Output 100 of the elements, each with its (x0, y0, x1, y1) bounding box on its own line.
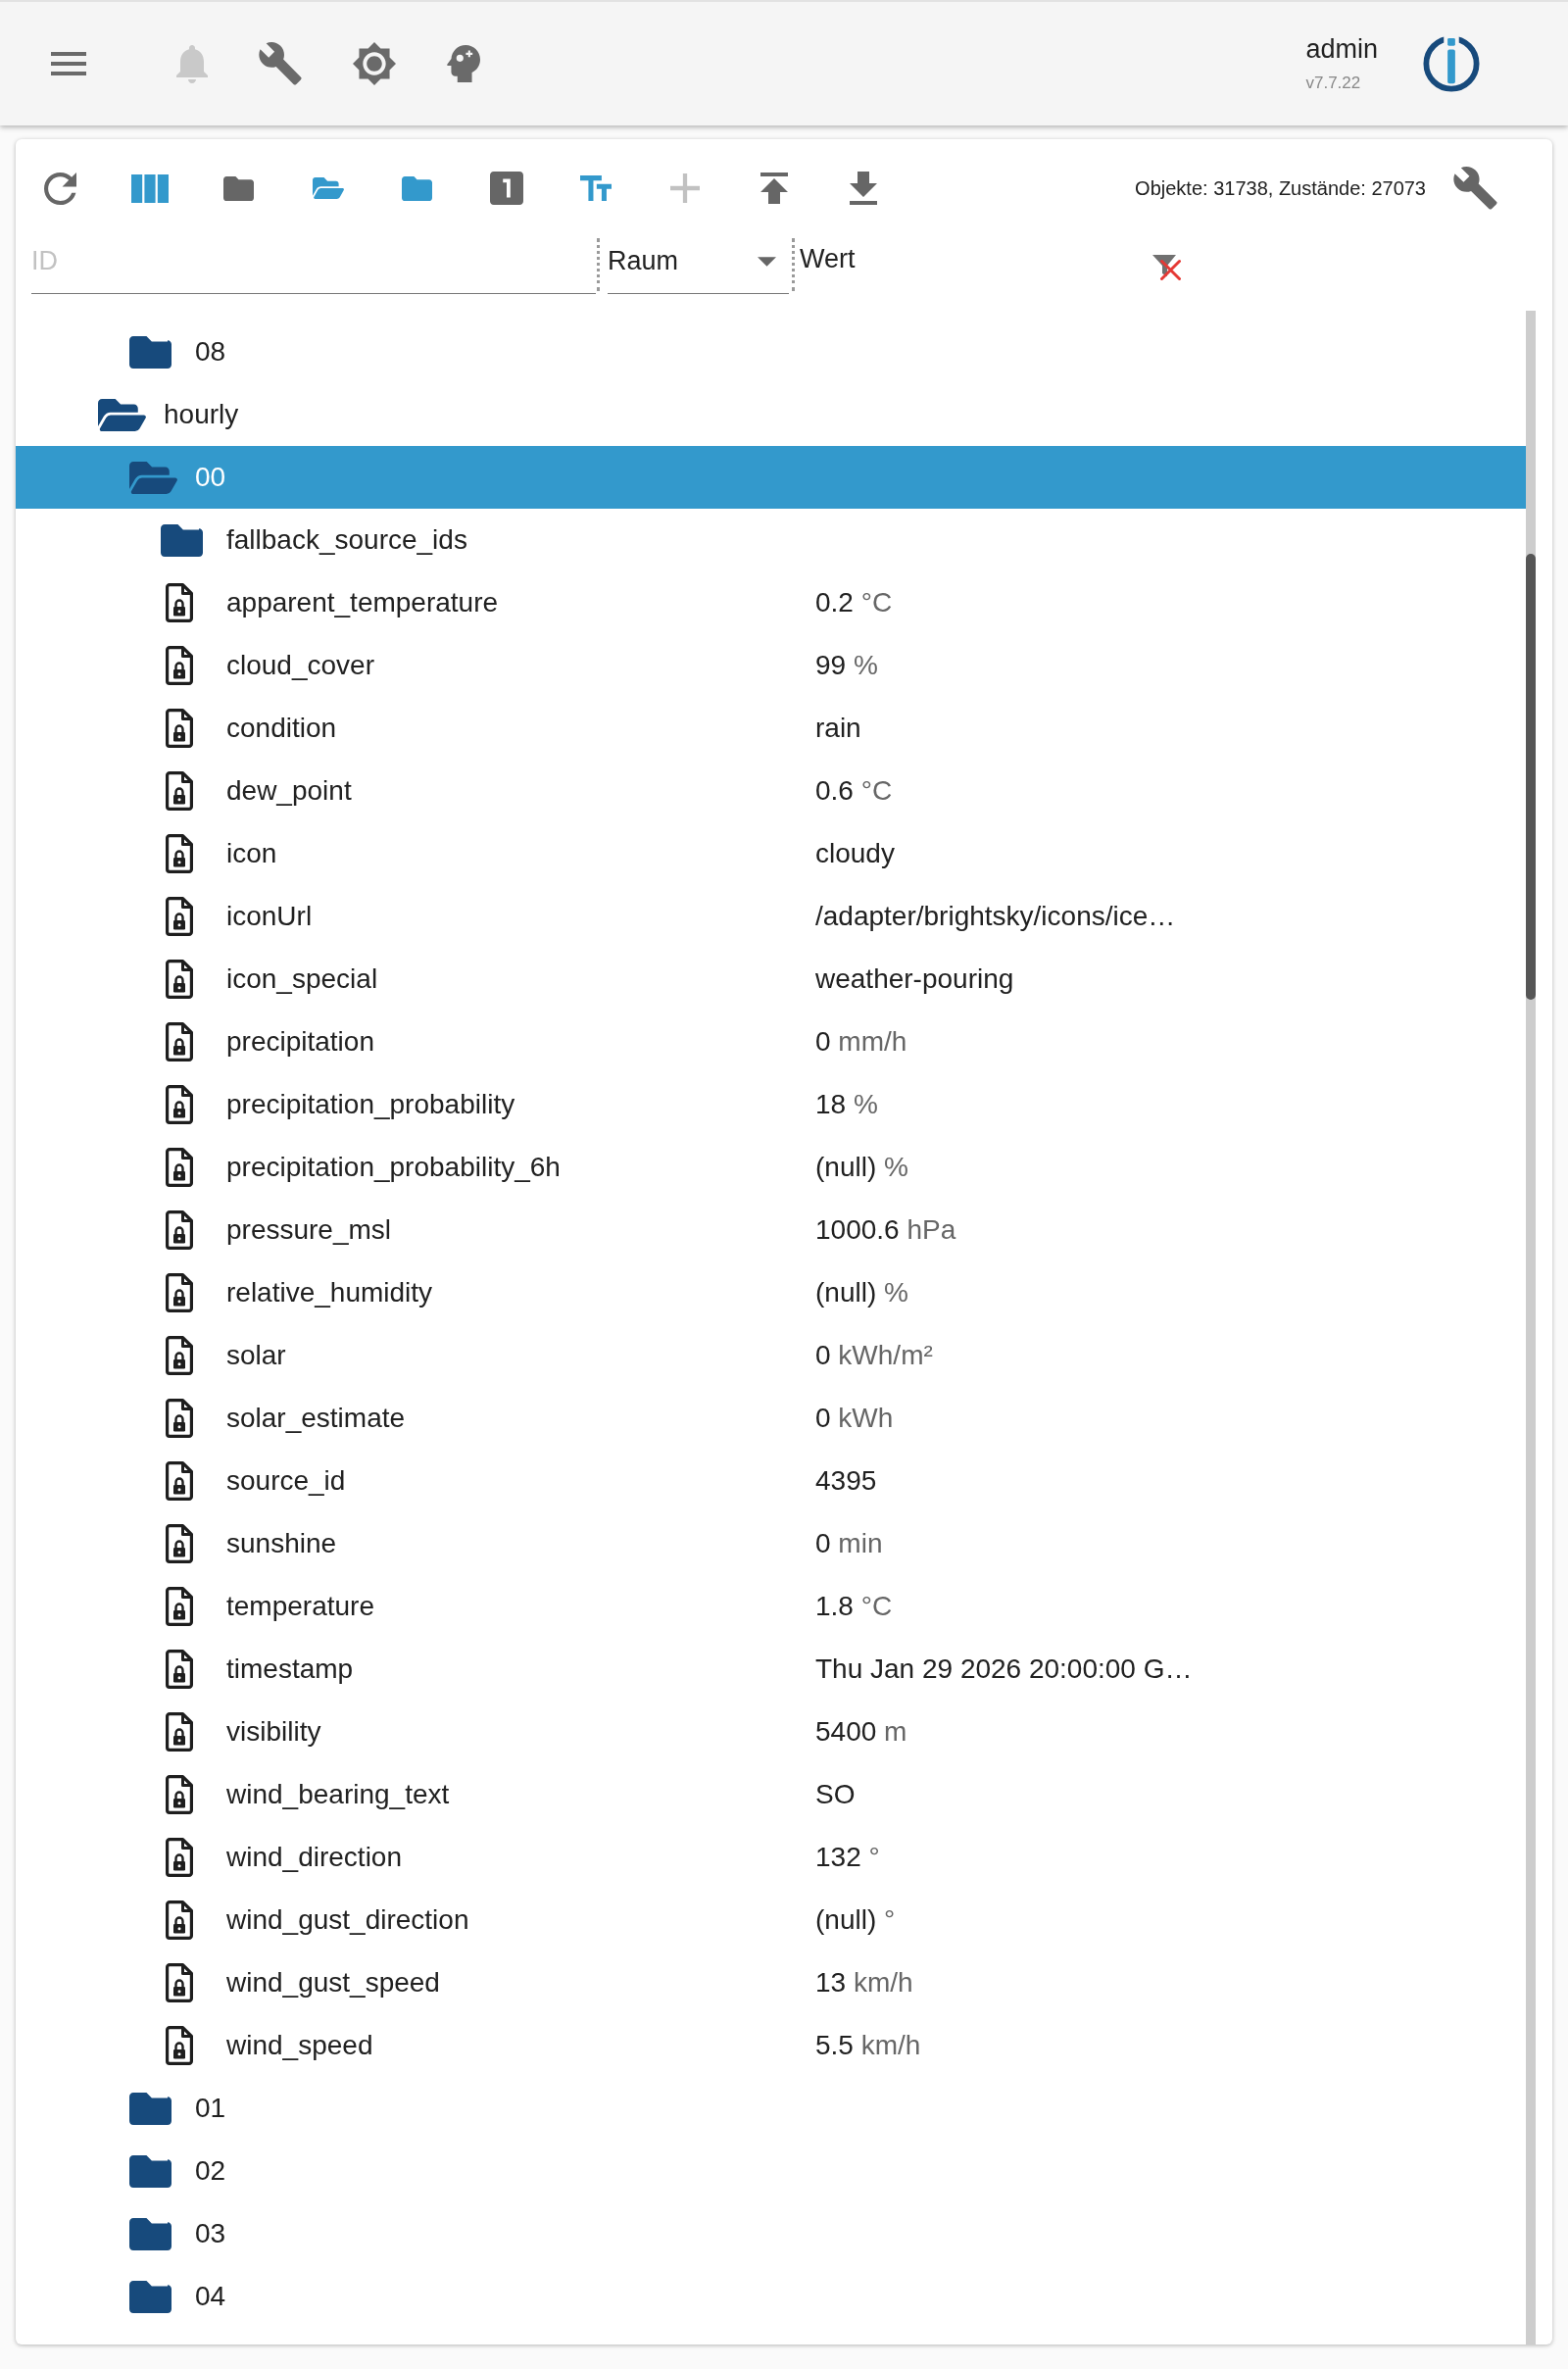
state-name[interactable]: precipitation (226, 1026, 374, 1058)
file-lock-icon (165, 1399, 194, 1438)
settings-button[interactable] (1453, 167, 1497, 210)
file-lock-icon (165, 771, 194, 811)
state-value: 0 mm/h (815, 1026, 907, 1058)
state-value: 0.2 °C (815, 587, 893, 618)
settings-button[interactable] (353, 42, 396, 85)
state-name[interactable]: precipitation_probability (226, 1089, 515, 1120)
menu-icon (51, 52, 86, 75)
state-value: /adapter/brightsky/icons/ice… (815, 901, 1176, 932)
state-name[interactable]: visibility (226, 1716, 321, 1748)
state-value: 0 kWh/m² (815, 1340, 933, 1371)
folder-name[interactable]: 02 (195, 2155, 226, 2187)
state-name[interactable]: icon_special (226, 963, 378, 995)
state-value: 99 % (815, 650, 878, 681)
columns-icon (130, 173, 169, 203)
file-lock-icon (165, 1963, 194, 2002)
state-value: 5400 m (815, 1716, 907, 1748)
text-size-icon (579, 175, 612, 201)
file-lock-icon (165, 1838, 194, 1877)
file-lock-icon (165, 1650, 194, 1689)
state-name[interactable]: timestamp (226, 1653, 354, 1685)
state-name[interactable]: apparent_temperature (226, 587, 499, 618)
file-lock-icon (165, 1210, 194, 1250)
wrench-icon (1453, 167, 1497, 210)
state-value: (null) ° (815, 1904, 896, 1936)
state-value: SO (815, 1779, 856, 1810)
state-name[interactable]: wind_bearing_text (226, 1779, 450, 1810)
state-value: (null) % (815, 1152, 908, 1183)
state-name[interactable]: icon (226, 838, 277, 869)
state-value: 5.5 km/h (815, 2030, 921, 2061)
folder-name[interactable]: 01 (195, 2093, 226, 2124)
state-value: weather-pouring (815, 963, 1014, 995)
open-folder-icon (312, 177, 344, 199)
state-name[interactable]: cloud_cover (226, 650, 374, 681)
folder-name[interactable]: hourly (164, 399, 239, 430)
clear-filter-button[interactable] (1151, 253, 1181, 280)
state-name[interactable]: wind_speed (226, 2030, 373, 2061)
state-name[interactable]: wind_direction (226, 1842, 402, 1873)
folder-name[interactable]: 08 (195, 336, 226, 368)
file-lock-icon (165, 1524, 194, 1563)
state-name[interactable]: relative_humidity (226, 1277, 433, 1308)
gear-icon (353, 42, 396, 85)
value-column-heading: Wert (800, 244, 856, 274)
file-lock-icon (165, 1148, 194, 1187)
file-lock-icon (165, 1461, 194, 1501)
folder-name[interactable]: fallback_source_ids (226, 524, 467, 556)
state-value: 0 min (815, 1528, 883, 1559)
menu-button[interactable] (51, 52, 86, 75)
state-name[interactable]: dew_point (226, 775, 352, 807)
open-folder-button[interactable] (312, 177, 344, 199)
object-count: Objekte: 31738, Zustände: 27073 (1135, 176, 1426, 200)
state-value: 13 km/h (815, 1967, 913, 1999)
file-lock-icon (165, 1085, 194, 1124)
filter-clear-icon (1151, 253, 1181, 280)
text-size-button[interactable] (579, 175, 612, 201)
state-name[interactable]: wind_gust_speed (226, 1967, 440, 1999)
file-lock-icon (165, 583, 194, 622)
state-name[interactable]: solar (226, 1340, 286, 1371)
caret-icon (758, 256, 776, 267)
folder-button[interactable] (223, 175, 254, 201)
state-name[interactable]: temperature (226, 1591, 374, 1622)
state-name[interactable]: sunshine (226, 1528, 337, 1559)
file-lock-icon (165, 646, 194, 685)
state-value: 132 ° (815, 1842, 880, 1873)
file-lock-icon (165, 834, 194, 873)
state-value: Thu Jan 29 2026 20:00:00 G… (815, 1653, 1193, 1685)
scrollbar-thumb[interactable] (1526, 554, 1536, 1000)
state-value: rain (815, 713, 861, 744)
version-label: v7.7.22 (1305, 73, 1361, 94)
state-name[interactable]: source_id (226, 1465, 346, 1497)
plus-icon (669, 173, 700, 203)
download-button[interactable] (849, 172, 877, 205)
room-select[interactable]: Raum (608, 237, 789, 294)
state-name[interactable]: wind_gust_direction (226, 1904, 469, 1936)
head-icon (447, 45, 480, 82)
columns-button[interactable] (130, 173, 169, 203)
state-name[interactable]: pressure_msl (226, 1214, 392, 1246)
state-value: 18 % (815, 1089, 878, 1120)
refresh-button[interactable] (44, 172, 76, 205)
state-name[interactable]: solar_estimate (226, 1403, 406, 1434)
folder-name[interactable]: 04 (195, 2281, 226, 2312)
state-name[interactable]: precipitation_probability_6h (226, 1152, 561, 1183)
folder-icon (402, 175, 432, 201)
state-name[interactable]: iconUrl (226, 901, 313, 932)
folder-button[interactable] (402, 175, 432, 201)
upload-button[interactable] (760, 173, 788, 204)
refresh-icon (44, 172, 76, 205)
file-lock-icon (165, 897, 194, 936)
number-one-button[interactable] (489, 172, 523, 205)
user-name: admin (1305, 33, 1378, 65)
head-button[interactable] (447, 45, 480, 82)
state-name[interactable]: condition (226, 713, 337, 744)
download-icon (849, 172, 877, 205)
file-lock-icon (165, 1336, 194, 1375)
state-value: (null) % (815, 1277, 908, 1308)
file-lock-icon (165, 1022, 194, 1061)
wrench-button[interactable] (259, 42, 302, 85)
folder-name[interactable]: 03 (195, 2218, 226, 2249)
id-filter-field[interactable]: ID (31, 237, 596, 294)
